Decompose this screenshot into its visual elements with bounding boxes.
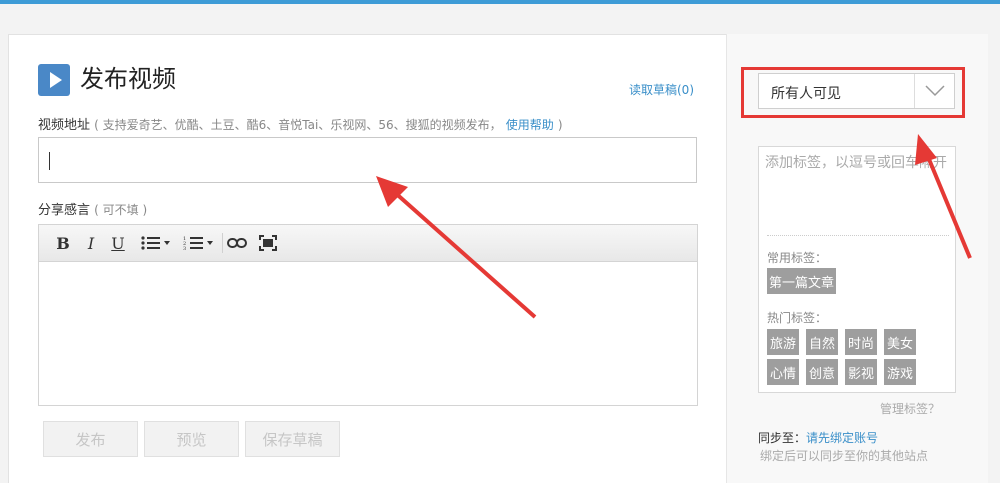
help-link[interactable]: 使用帮助 [506,118,554,132]
link-icon[interactable] [226,232,248,254]
tag-chip[interactable]: 自然 [806,329,838,355]
italic-button[interactable]: I [81,232,101,254]
comment-hint: ( 可不填 ) [94,203,148,217]
tag-chip[interactable]: 旅游 [767,329,799,355]
select-divider [914,74,915,108]
fullscreen-icon[interactable] [257,232,279,254]
tag-panel: 添加标签，以逗号或回车隔开 常用标签： 第一篇文章 热门标签： 旅游 自然 时尚… [758,146,956,393]
publish-button[interactable]: 发布 [43,421,138,457]
visibility-value: 所有人可见 [771,86,841,102]
video-url-label-row: 视频地址 ( 支持爱奇艺、优酷、土豆、酷6、音悦Tai、乐视网、56、搜狐的视频… [38,116,563,135]
tag-chip[interactable]: 心情 [767,359,799,385]
bullet-list-icon[interactable] [139,232,173,254]
tag-input[interactable]: 添加标签，以逗号或回车隔开 [765,152,949,172]
hot-tags-label: 热门标签： [767,311,828,325]
video-url-label: 视频地址 [38,118,91,133]
editor-toolbar: B I U 1 2 3 [39,225,697,262]
comment-editor[interactable]: B I U 1 2 3 [38,224,698,406]
underline-button[interactable]: U [108,232,128,254]
video-url-input[interactable] [38,137,697,183]
comment-label: 分享感言 [38,203,91,218]
bold-button[interactable]: B [53,232,73,254]
video-play-icon [38,64,70,96]
sync-note: 绑定后可以同步至你的其他站点 [760,449,929,463]
bind-account-link[interactable]: 请先绑定账号 [806,431,878,445]
video-url-hint: ( 支持爱奇艺、优酷、土豆、酷6、音悦Tai、乐视网、56、搜狐的视频发布， [94,118,502,132]
toolbar-separator [222,233,223,253]
svg-text:3: 3 [183,246,186,251]
text-caret [49,152,50,170]
tag-chip[interactable]: 时尚 [845,329,877,355]
numbered-list-icon[interactable]: 1 2 3 [182,232,216,254]
manage-tags-link[interactable]: 管理标签？ [880,400,940,417]
tag-chip[interactable]: 影视 [845,359,877,385]
top-accent-bar [0,0,1000,4]
page-title: 发布视频 [80,65,176,93]
chevron-down-icon [925,85,945,97]
save-draft-button[interactable]: 保存草稿 [245,421,340,457]
visibility-select[interactable]: 所有人可见 [758,73,955,109]
read-draft-link[interactable]: 读取草稿(0) [629,81,694,98]
preview-button[interactable]: 预览 [144,421,239,457]
sync-label: 同步至： [758,431,807,445]
tag-chip[interactable]: 游戏 [884,359,916,385]
tag-chip[interactable]: 第一篇文章 [767,268,836,294]
sync-row: 同步至：请先绑定账号 [758,429,878,446]
common-tags-label: 常用标签： [767,251,828,265]
tag-chip[interactable]: 美女 [884,329,916,355]
video-url-hint-end: ) [557,118,563,132]
tag-chip[interactable]: 创意 [806,359,838,385]
comment-label-row: 分享感言 ( 可不填 ) [38,201,147,220]
tag-divider [767,235,949,236]
